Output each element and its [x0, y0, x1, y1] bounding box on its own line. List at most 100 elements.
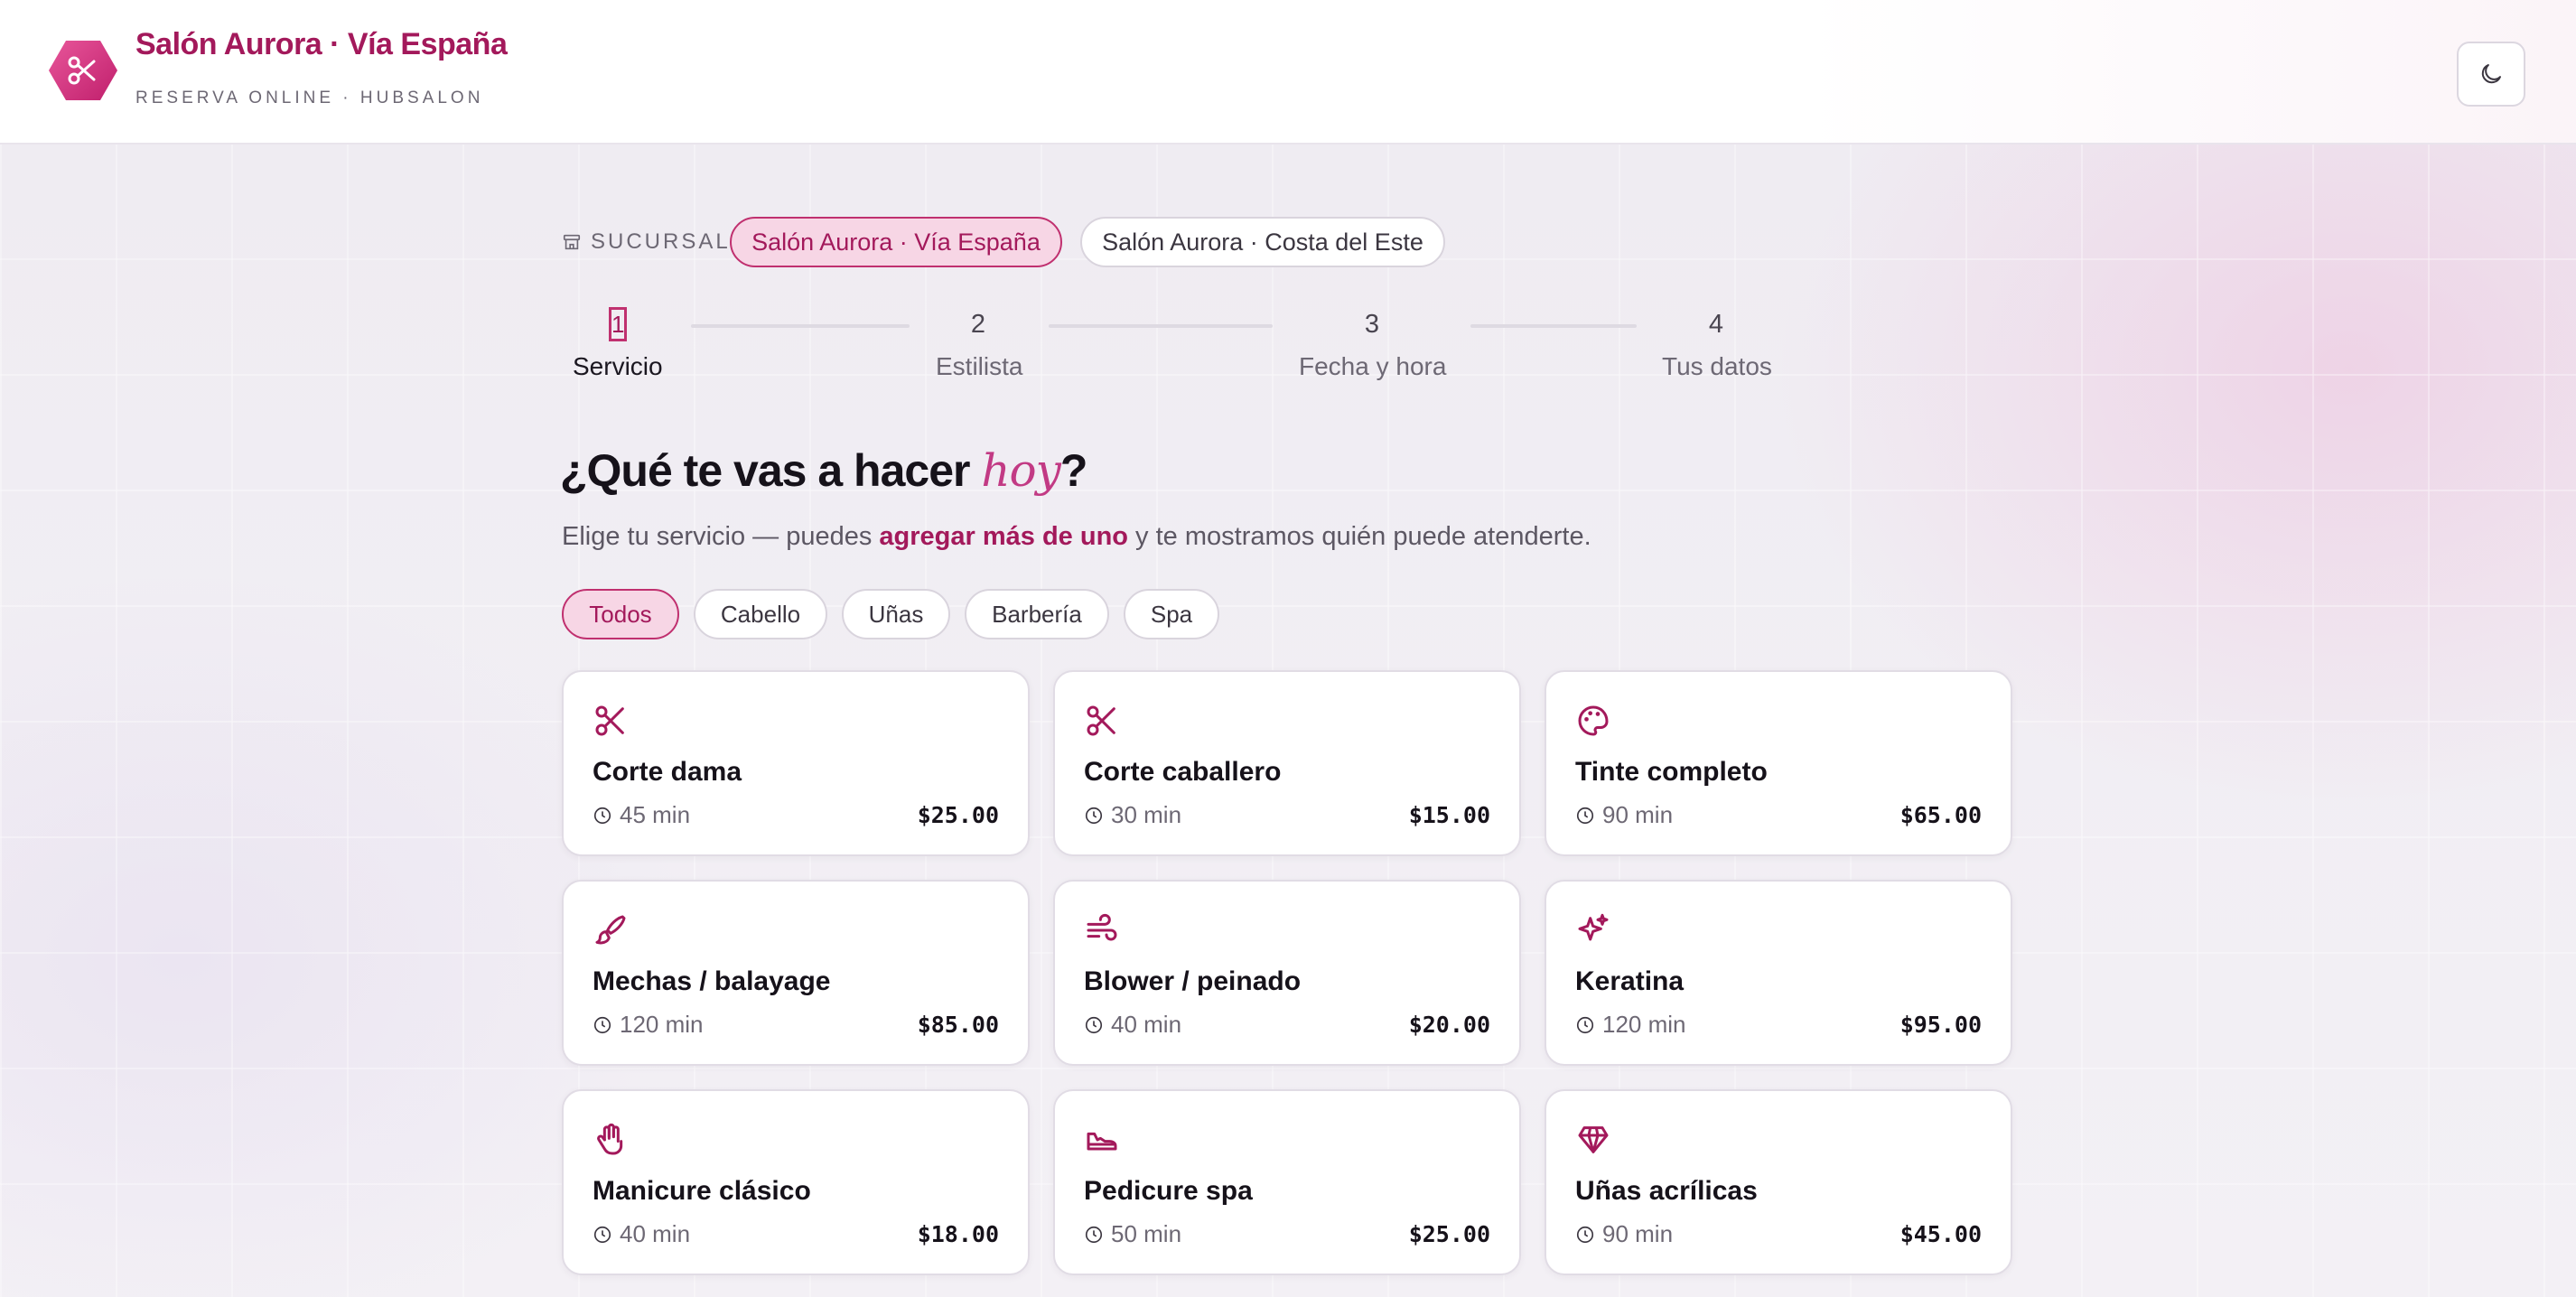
service-duration: 90 min [1575, 1220, 1673, 1248]
scissors-icon [1087, 705, 1115, 736]
clock-icon [593, 807, 611, 824]
brand-title: Salón Aurora · Vía España [135, 27, 508, 61]
page-title: ¿Qué te vas a hacer hoy? [560, 444, 1087, 497]
service-card-corte-caballero[interactable]: Corte caballero 30 min $15.00 [1053, 670, 1521, 856]
page-title-emphasis: hoy [981, 444, 1061, 497]
clock-icon [593, 1226, 611, 1243]
branch-option-label: Salón Aurora · Costa del Este [1102, 228, 1423, 256]
store-icon [563, 234, 581, 250]
page-title-end: ? [1059, 445, 1088, 496]
service-card-corte-dama[interactable]: Corte dama 45 min $25.00 [562, 670, 1030, 856]
service-price: $25.00 [1408, 1221, 1490, 1247]
lead-bold: agregar más de uno [879, 522, 1128, 551]
service-card-pedicure-spa[interactable]: Pedicure spa 50 min $25.00 [1053, 1089, 1521, 1275]
step-1-label[interactable]: Servicio [573, 352, 663, 381]
sparkles-icon [1578, 913, 1609, 941]
branch-label: SUCURSAL [562, 229, 731, 255]
service-duration-text: 50 min [1111, 1220, 1182, 1247]
clock-icon [593, 1016, 611, 1033]
step-3-number[interactable]: 3 [1361, 307, 1383, 341]
filter-unas[interactable]: Uñas [842, 589, 950, 639]
step-connector [1470, 324, 1637, 328]
hand-icon [597, 1123, 623, 1155]
filter-barberia[interactable]: Barbería [965, 589, 1109, 639]
service-duration-text: 90 min [1602, 801, 1674, 828]
service-duration-text: 120 min [1602, 1011, 1686, 1038]
branch-label-text: SUCURSAL [591, 229, 731, 254]
step-4-number[interactable]: 4 [1705, 307, 1727, 341]
step-connector [1049, 324, 1273, 328]
service-duration: 40 min [1084, 1011, 1181, 1039]
service-duration: 40 min [593, 1220, 690, 1248]
service-price: $25.00 [917, 802, 999, 828]
step-4-label[interactable]: Tus datos [1662, 352, 1772, 381]
service-duration-text: 120 min [620, 1011, 704, 1038]
scissors-icon [49, 41, 117, 100]
service-card-tinte-completo[interactable]: Tinte completo 90 min $65.00 [1545, 670, 2012, 856]
service-name: Keratina [1575, 966, 1685, 996]
service-duration: 50 min [1084, 1220, 1181, 1248]
service-price: $65.00 [1899, 802, 1982, 828]
palette-icon [1578, 705, 1609, 736]
branch-option-label: Salón Aurora · Vía España [751, 228, 1041, 256]
step-2-label[interactable]: Estilista [936, 352, 1022, 381]
page-lead: Elige tu servicio — puedes agregar más d… [562, 522, 1591, 552]
service-name: Manicure clásico [593, 1176, 811, 1206]
service-name: Blower / peinado [1084, 966, 1302, 996]
step-1-number[interactable]: 1 [609, 307, 627, 341]
lead-end: y te mostramos quién puede atenderte. [1128, 522, 1591, 551]
service-price: $95.00 [1899, 1012, 1982, 1038]
clock-icon [1085, 1016, 1103, 1033]
clock-icon [1576, 807, 1594, 824]
service-name: Pedicure spa [1084, 1176, 1253, 1206]
service-duration: 30 min [1084, 801, 1181, 829]
step-2-number[interactable]: 2 [967, 307, 989, 341]
service-duration: 45 min [593, 801, 690, 829]
brush-icon [595, 915, 626, 945]
page-title-start: ¿Qué te vas a hacer [560, 445, 982, 496]
filter-cabello[interactable]: Cabello [694, 589, 827, 639]
service-duration-text: 30 min [1111, 801, 1182, 828]
service-duration-text: 40 min [620, 1220, 691, 1247]
step-connector [691, 324, 910, 328]
service-price: $45.00 [1899, 1221, 1982, 1247]
filter-spa[interactable]: Spa [1124, 589, 1219, 639]
service-card-unas-acrilicas[interactable]: Uñas acrílicas 90 min $45.00 [1545, 1089, 2012, 1275]
service-name: Corte caballero [1084, 757, 1282, 787]
service-price: $20.00 [1408, 1012, 1490, 1038]
service-name: Corte dama [593, 757, 742, 787]
lead-start: Elige tu servicio — puedes [562, 522, 880, 551]
moon-icon [2481, 64, 2501, 84]
service-card-manicure-clasico[interactable]: Manicure clásico 40 min $18.00 [562, 1089, 1030, 1275]
service-price: $15.00 [1408, 802, 1490, 828]
service-name: Mechas / balayage [593, 966, 831, 996]
service-card-mechas-balayage[interactable]: Mechas / balayage 120 min $85.00 [562, 880, 1030, 1066]
clock-icon [1576, 1226, 1594, 1243]
clock-icon [1576, 1016, 1594, 1033]
service-duration-text: 40 min [1111, 1011, 1182, 1038]
theme-toggle-button[interactable] [2457, 42, 2525, 107]
salon-logo[interactable] [49, 39, 117, 102]
step-3-label[interactable]: Fecha y hora [1299, 352, 1446, 381]
foot-icon [1087, 1132, 1117, 1151]
service-card-blower-peinado[interactable]: Blower / peinado 40 min $20.00 [1053, 880, 1521, 1066]
service-name: Tinte completo [1575, 757, 1768, 787]
branch-option-via-espana[interactable]: Salón Aurora · Vía España [730, 217, 1062, 267]
clock-icon [1085, 1226, 1103, 1243]
scissors-icon [595, 705, 624, 736]
service-duration: 120 min [1575, 1011, 1686, 1039]
service-duration: 120 min [593, 1011, 704, 1039]
app-header: Salón Aurora · Vía España RESERVA ONLINE… [0, 0, 2576, 145]
service-price: $85.00 [917, 1012, 999, 1038]
gem-icon [1578, 1126, 1609, 1153]
filter-todos[interactable]: Todos [562, 589, 679, 639]
clock-icon [1085, 807, 1103, 824]
branch-option-costa-del-este[interactable]: Salón Aurora · Costa del Este [1080, 217, 1445, 267]
wind-icon [1087, 913, 1117, 941]
service-duration-text: 45 min [620, 801, 691, 828]
service-duration-text: 90 min [1602, 1220, 1674, 1247]
service-duration: 90 min [1575, 801, 1673, 829]
service-name: Uñas acrílicas [1575, 1176, 1758, 1206]
brand-subtitle: RESERVA ONLINE · HUBSALON [135, 89, 484, 107]
service-card-keratina[interactable]: Keratina 120 min $95.00 [1545, 880, 2012, 1066]
